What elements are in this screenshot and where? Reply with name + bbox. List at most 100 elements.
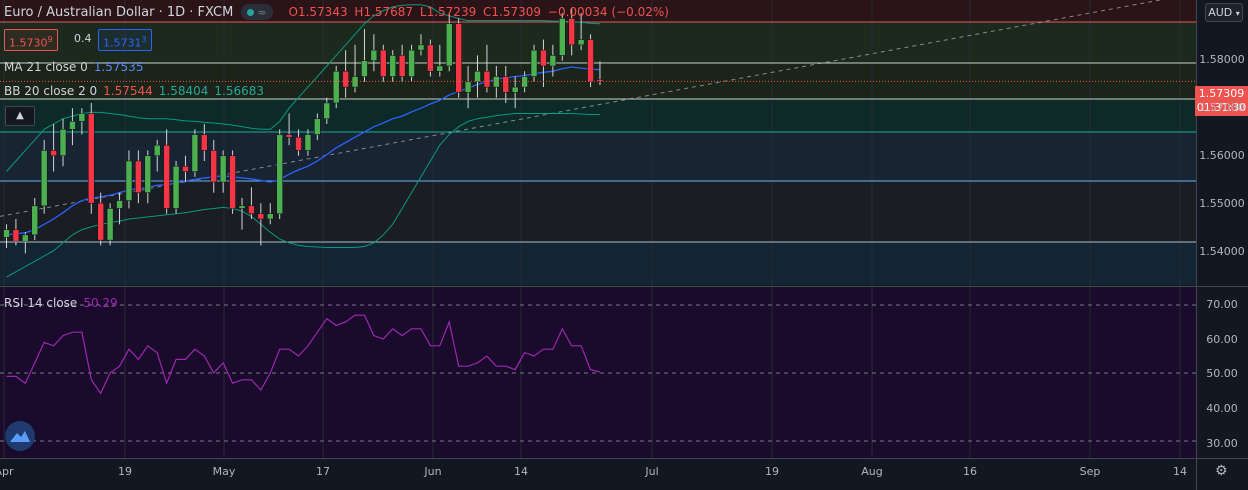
candle-body xyxy=(559,18,566,56)
candle-body xyxy=(587,39,594,83)
candle-body xyxy=(182,166,189,172)
candle-body xyxy=(342,71,349,88)
candle-body xyxy=(238,205,246,209)
candle-body xyxy=(361,60,368,77)
buy-price-pip: 3 xyxy=(141,35,147,44)
price-zone-band xyxy=(0,132,1196,181)
candle-body xyxy=(135,160,142,193)
candle-body xyxy=(22,234,29,242)
candle-body xyxy=(295,136,302,151)
time-axis-label: 14 xyxy=(1173,465,1187,478)
price-axis-label: 1.56000 xyxy=(1199,149,1245,162)
bb-label: BB 20 close 2 0 xyxy=(4,84,98,98)
currency-button[interactable]: AUD ▾ xyxy=(1205,3,1243,22)
time-axis-label: Jul xyxy=(645,465,659,478)
candle-body xyxy=(455,23,462,93)
time-axis-label: 17 xyxy=(316,465,330,478)
candle-body xyxy=(398,55,406,77)
rsi-axis-label: 30.00 xyxy=(1206,437,1238,450)
ohlc-readout: O1.57343 H1.57687 L1.57239 C1.57309 −0.0… xyxy=(289,5,672,19)
spread-value: 0.4 xyxy=(74,32,92,45)
candle-body xyxy=(144,155,152,193)
candle-body xyxy=(172,166,180,209)
time-axis-label: 16 xyxy=(963,465,977,478)
candle-body xyxy=(445,23,453,67)
close-value: C1.57309 xyxy=(483,5,542,19)
candle-body xyxy=(285,134,293,138)
candle-body xyxy=(229,155,236,209)
rsi-axis-label: 40.00 xyxy=(1206,402,1238,415)
sell-button[interactable]: 1.57309 xyxy=(4,29,58,51)
rsi-value: 50.29 xyxy=(83,296,118,310)
candle-body xyxy=(69,121,76,130)
candle-body xyxy=(153,144,161,156)
price-axis-label: 1.57000 xyxy=(1199,101,1245,114)
rsi-axis-label: 50.00 xyxy=(1206,367,1238,380)
rsi-legend[interactable]: RSI 14 close 50.29 xyxy=(4,295,118,311)
candle-body xyxy=(88,113,95,204)
logo-icon xyxy=(10,431,30,442)
rsi-label: RSI 14 close xyxy=(4,296,78,310)
time-axis-label: Apr xyxy=(0,465,14,478)
candle-body xyxy=(97,202,104,241)
candle-body xyxy=(389,55,396,77)
candle-body xyxy=(276,134,283,214)
candle-body xyxy=(3,229,10,238)
currency-label: AUD xyxy=(1208,6,1233,19)
buy-button[interactable]: 1.57313 xyxy=(98,29,152,51)
market-open-icon xyxy=(247,8,255,16)
ma-legend[interactable]: MA 21 close 0 1.57535 xyxy=(4,59,143,75)
candle-body xyxy=(417,44,425,51)
settings-gear-icon[interactable]: ⚙ xyxy=(1215,463,1228,479)
price-zone-band xyxy=(0,22,1196,63)
candle-body xyxy=(408,49,415,77)
price-zone-band xyxy=(0,181,1196,242)
time-axis-label: 14 xyxy=(514,465,528,478)
chevron-up-icon: ▲ xyxy=(16,110,24,121)
bb-upper-value: 1.58404 xyxy=(158,84,209,98)
candle-body xyxy=(314,118,321,135)
candle-body xyxy=(502,76,510,93)
candle-body xyxy=(267,213,274,220)
candle-body xyxy=(116,200,123,209)
collapse-legend-button[interactable]: ▲ xyxy=(5,106,35,126)
candle-body xyxy=(219,155,227,183)
candle-body xyxy=(568,18,575,46)
candle-body xyxy=(323,102,331,119)
candle-body xyxy=(210,150,217,183)
ma-label: MA 21 close 0 xyxy=(4,60,88,74)
candle-body xyxy=(549,55,557,67)
candle-body xyxy=(370,49,378,61)
candle-body xyxy=(31,205,39,236)
candle-body xyxy=(530,49,538,77)
market-status-pill[interactable]: ≈ xyxy=(241,4,273,20)
buy-price: 1.5731 xyxy=(103,36,142,50)
candle-body xyxy=(474,71,481,83)
time-axis-label: Jun xyxy=(424,465,442,478)
candle-body xyxy=(483,71,491,88)
tradingview-logo[interactable] xyxy=(5,421,35,451)
candle-body xyxy=(12,229,20,242)
price-axis-label: 1.54000 xyxy=(1199,245,1245,258)
candle-body xyxy=(464,81,472,93)
candle-body xyxy=(50,150,57,156)
candle-body xyxy=(106,208,114,241)
candle-body xyxy=(257,213,265,220)
price-zone-band xyxy=(0,99,1196,132)
candle-body xyxy=(248,205,255,214)
bb-legend[interactable]: BB 20 close 2 0 1.57544 1.58404 1.56683 xyxy=(4,83,264,99)
candle-body xyxy=(40,150,48,207)
rsi-axis-label: 60.00 xyxy=(1206,333,1238,346)
price-chart[interactable] xyxy=(0,0,1248,490)
symbol-title[interactable]: Euro / Australian Dollar · 1D · FXCM xyxy=(4,5,233,20)
chevron-down-icon: ▾ xyxy=(1235,9,1240,18)
bb-lower-value: 1.56683 xyxy=(214,84,265,98)
time-axis-background xyxy=(0,458,1248,490)
ma-value: 1.57535 xyxy=(93,60,144,74)
price-axis-label: 1.55000 xyxy=(1199,197,1245,210)
time-axis-label: Aug xyxy=(861,465,883,478)
candle-body xyxy=(59,129,67,156)
time-axis-label: 19 xyxy=(765,465,779,478)
chart-header: Euro / Australian Dollar · 1D · FXCM ≈ O… xyxy=(4,3,672,21)
candle-body xyxy=(540,49,547,67)
